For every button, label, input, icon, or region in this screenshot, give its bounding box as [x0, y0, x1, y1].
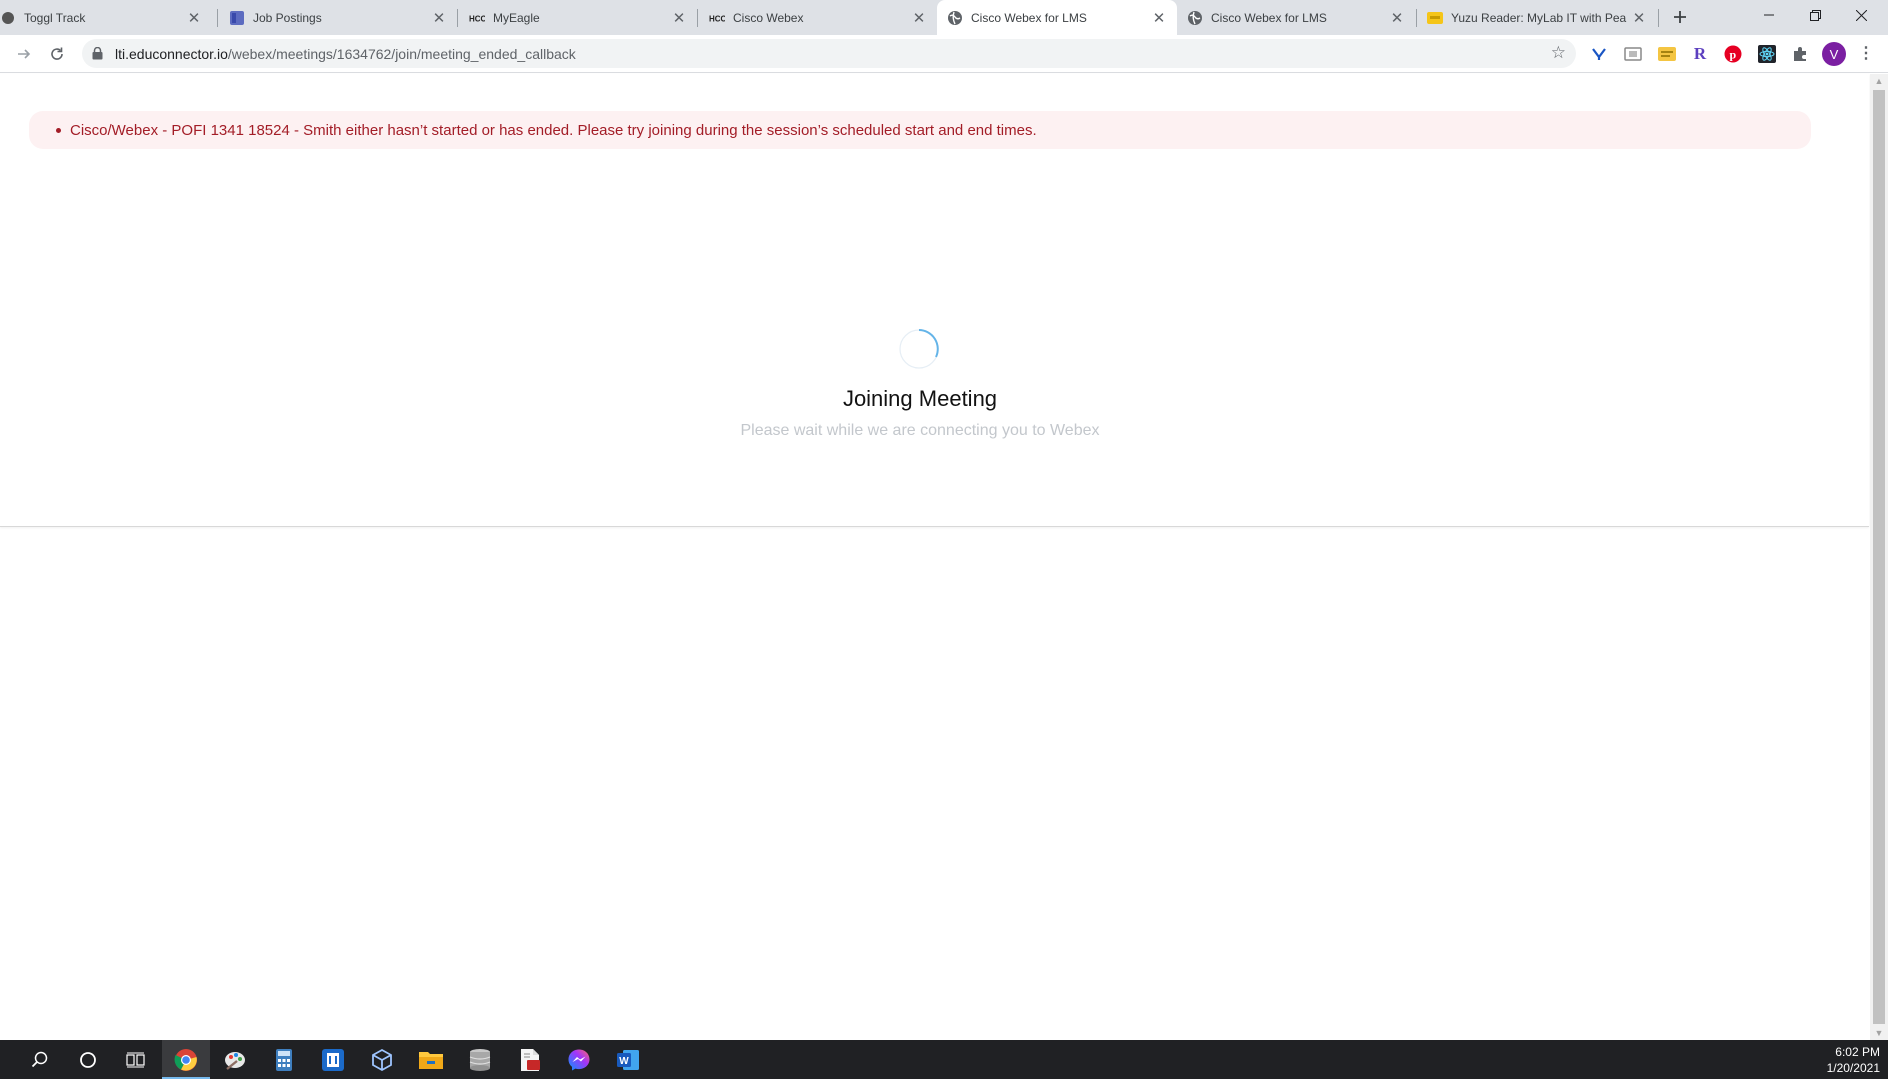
page-title: Joining Meeting — [842, 386, 998, 411]
avatar[interactable]: V — [1822, 42, 1846, 66]
lock-icon[interactable] — [92, 46, 103, 65]
alert-message: Cisco/Webex - POFI 1341 18524 - Smith ei… — [70, 122, 1037, 139]
tab-divider — [217, 9, 218, 27]
tab-myeagle[interactable]: HCC MyEagle ✕ — [459, 0, 697, 35]
join-meeting-panel: Cisco/Webex - POFI 1341 18524 - Smith ei… — [0, 74, 1869, 527]
search-icon[interactable] — [16, 1040, 64, 1079]
puzzle-icon[interactable] — [1790, 44, 1810, 64]
job-postings-icon — [229, 10, 245, 26]
cortana-icon[interactable] — [64, 1040, 112, 1079]
svg-text:W: W — [619, 1056, 629, 1067]
r-icon[interactable]: R — [1690, 44, 1710, 64]
hcc-icon: HCC — [709, 10, 725, 26]
tab-title: Toggl Track — [24, 10, 86, 25]
tab-yuzu-reader[interactable]: Yuzu Reader: MyLab IT with Pea ✕ — [1417, 0, 1657, 35]
file-explorer-icon[interactable] — [407, 1040, 455, 1079]
chrome-icon[interactable] — [162, 1040, 210, 1079]
close-icon[interactable]: ✕ — [184, 8, 204, 28]
page-subtitle: Please wait while we are connecting you … — [740, 422, 1100, 439]
notes-icon[interactable] — [1657, 44, 1677, 64]
word-icon[interactable]: W — [604, 1040, 652, 1079]
close-icon[interactable]: ✕ — [669, 8, 689, 28]
hcc-icon: HCC — [469, 10, 485, 26]
more-options-icon[interactable]: ⋮ — [1858, 43, 1874, 65]
new-tab-button[interactable] — [1668, 5, 1692, 29]
task-view-icon[interactable] — [112, 1040, 160, 1079]
react-icon[interactable] — [1757, 44, 1777, 64]
toggl-icon — [0, 10, 16, 26]
close-icon[interactable]: ✕ — [909, 8, 929, 28]
scroll-up-icon[interactable]: ▲ — [1874, 76, 1884, 86]
reload-icon — [51, 47, 63, 60]
restore-button[interactable] — [1792, 0, 1838, 30]
messenger-icon[interactable] — [555, 1040, 603, 1079]
svg-text:HCC: HCC — [469, 14, 485, 23]
pinterest-icon[interactable]: p — [1723, 44, 1743, 64]
globe-icon — [1187, 10, 1203, 26]
loading-spinner-icon — [899, 329, 939, 369]
close-icon[interactable]: ✕ — [429, 8, 449, 28]
url-text[interactable]: lti.educonnector.io/webex/meetings/16347… — [115, 46, 576, 62]
address-bar[interactable]: lti.educonnector.io/webex/meetings/16347… — [82, 39, 1576, 68]
tab-job-postings[interactable]: Job Postings ✕ — [219, 0, 457, 35]
calculator-icon[interactable] — [260, 1040, 308, 1079]
database-icon[interactable] — [456, 1040, 504, 1079]
clock-time: 6:02 PM — [1835, 1045, 1880, 1059]
tab-divider — [457, 9, 458, 27]
document-icon[interactable] — [506, 1040, 554, 1079]
tab-strip: Toggl Track ✕ Job Postings ✕ HCC MyEagle… — [0, 0, 1888, 35]
arrow-right-icon — [18, 49, 31, 59]
browser-toolbar: lti.educonnector.io/webex/meetings/16347… — [0, 35, 1888, 73]
reload-button[interactable] — [44, 41, 70, 67]
close-icon[interactable]: ✕ — [1629, 8, 1649, 28]
svg-text:p: p — [1730, 48, 1737, 62]
tab-cisco-webex-for-lms-active[interactable]: Cisco Webex for LMS ✕ — [937, 0, 1177, 35]
alert-bullet — [56, 128, 61, 133]
virtualbox-icon[interactable] — [358, 1040, 406, 1079]
error-alert: Cisco/Webex - POFI 1341 18524 - Smith ei… — [29, 111, 1811, 149]
bookmark-star-icon[interactable]: ☆ — [1551, 43, 1566, 63]
system-clock[interactable]: 6:02 PM 1/20/2021 — [1827, 1044, 1880, 1076]
tab-title: Job Postings — [253, 10, 322, 25]
tab-title: MyEagle — [493, 10, 540, 25]
tab-toggl-track[interactable]: Toggl Track ✕ — [0, 0, 212, 35]
tab-divider — [1658, 9, 1659, 27]
close-icon[interactable]: ✕ — [1387, 8, 1407, 28]
globe-icon — [947, 10, 963, 26]
url-path: /webex/meetings/1634762/join/meeting_end… — [227, 46, 576, 62]
paint-icon[interactable] — [211, 1040, 259, 1079]
cast-icon[interactable] — [1623, 44, 1643, 64]
tab-divider — [697, 9, 698, 27]
notepad-icon[interactable] — [309, 1040, 357, 1079]
page-content: Cisco/Webex - POFI 1341 18524 - Smith ei… — [0, 74, 1870, 1040]
tab-cisco-webex[interactable]: HCC Cisco Webex ✕ — [699, 0, 937, 35]
yuzu-icon — [1427, 10, 1443, 26]
yoroi-icon[interactable] — [1589, 44, 1609, 64]
tab-title: Yuzu Reader: MyLab IT with Pea — [1451, 10, 1627, 25]
close-window-button[interactable] — [1838, 0, 1884, 30]
tab-title: Cisco Webex for LMS — [971, 10, 1087, 25]
close-icon[interactable]: ✕ — [1149, 8, 1169, 28]
scrollbar-thumb[interactable] — [1873, 90, 1885, 1024]
svg-text:HCC: HCC — [709, 14, 725, 23]
forward-button[interactable] — [11, 41, 37, 67]
page-scrollbar[interactable]: ▲ ▼ — [1870, 74, 1888, 1040]
clock-date: 1/20/2021 — [1826, 1061, 1880, 1075]
scroll-down-icon[interactable]: ▼ — [1874, 1028, 1884, 1038]
minimize-button[interactable] — [1746, 0, 1792, 30]
tab-title: Cisco Webex for LMS — [1211, 10, 1327, 25]
tab-cisco-webex-for-lms[interactable]: Cisco Webex for LMS ✕ — [1177, 0, 1415, 35]
tab-title: Cisco Webex — [733, 10, 804, 25]
windows-taskbar: W 6:02 PM 1/20/2021 — [0, 1040, 1888, 1079]
url-host: lti.educonnector.io — [115, 46, 228, 62]
